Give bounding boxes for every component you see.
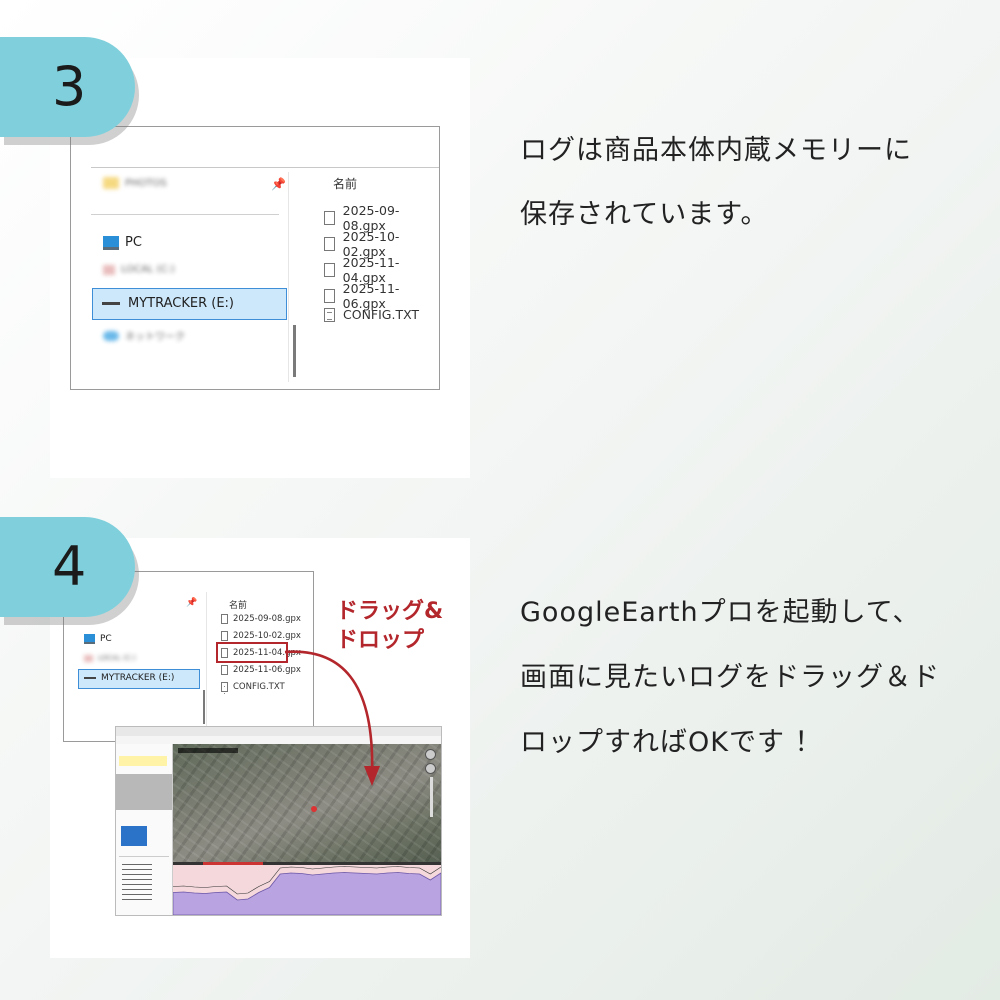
step-3-badge: 3 (0, 37, 135, 137)
file-explorer-window: PHOTOS 📌 PC LOCAL (C:) MYTRACKER (E:) ネッ… (70, 126, 440, 390)
column-header-name[interactable]: 名前 (333, 175, 357, 192)
text-file-icon (221, 682, 228, 694)
compass-icon[interactable] (425, 749, 436, 760)
file-icon (324, 237, 335, 251)
look-joystick-icon[interactable] (425, 763, 436, 774)
elevation-profile-chart[interactable] (173, 865, 441, 915)
disk-icon (84, 654, 93, 662)
divider (119, 856, 169, 857)
drag-drop-label-line: ドロップ (336, 628, 425, 653)
file-item[interactable]: 2025-09-08.gpx (221, 614, 301, 624)
nav-item-folder[interactable]: PHOTOS (103, 177, 167, 189)
monitor-icon (103, 235, 119, 250)
zoom-slider[interactable] (430, 777, 433, 817)
file-icon (324, 211, 335, 225)
places-panel (116, 774, 172, 810)
scrollbar-thumb[interactable] (203, 690, 205, 724)
search-result-box (119, 756, 167, 766)
nav-item-network[interactable]: ネットワーク (103, 328, 185, 343)
file-item[interactable]: CONFIG.TXT (221, 682, 285, 694)
step-number: 4 (52, 535, 87, 598)
cloud-icon (103, 330, 119, 341)
map-toolbar (178, 748, 238, 753)
column-header-name[interactable]: 名前 (229, 598, 247, 611)
divider (91, 214, 279, 215)
highlight-box (216, 642, 288, 663)
file-icon (221, 665, 228, 675)
step-4-description-line: ロップすればOKです ！ (520, 727, 823, 758)
folder-icon (103, 177, 119, 189)
divider (288, 172, 289, 382)
step-4-description-line: 画面に見たいログをドラッグ＆ド (520, 662, 940, 693)
file-icon (324, 289, 335, 303)
nav-item-local-disk[interactable]: LOCAL (C:) (103, 264, 175, 275)
selected-place[interactable] (121, 826, 147, 846)
nav-item-pc[interactable]: PC (103, 235, 142, 250)
nav-item-pc[interactable]: PC (84, 634, 112, 644)
file-icon (221, 614, 228, 624)
divider (91, 167, 439, 168)
usb-drive-icon (84, 677, 96, 679)
drag-arrow (284, 650, 380, 786)
file-icon (221, 631, 228, 641)
step-3-description-line: ログは商品本体内蔵メモリーに (520, 135, 912, 166)
monitor-icon (84, 634, 95, 644)
layers-list[interactable] (122, 864, 152, 904)
file-item[interactable]: CONFIG.TXT (324, 307, 419, 322)
text-file-icon (324, 307, 335, 322)
nav-item-mytracker-drive[interactable]: MYTRACKER (E:) (84, 673, 174, 683)
divider (206, 592, 207, 732)
step-number: 3 (52, 55, 87, 118)
nav-item-local-disk[interactable]: LOCAL (C:) (84, 654, 136, 662)
file-icon (324, 263, 335, 277)
step-3-description-line: 保存されています。 (520, 199, 769, 230)
location-pin-icon[interactable] (311, 806, 317, 812)
usb-drive-icon (102, 302, 120, 305)
pin-icon[interactable]: 📌 (186, 598, 197, 608)
drag-drop-label-line: ドラッグ& (336, 599, 444, 624)
step-4-badge: 4 (0, 517, 135, 617)
pin-icon[interactable]: 📌 (271, 177, 286, 191)
nav-item-mytracker-drive[interactable]: MYTRACKER (E:) (102, 296, 234, 311)
sidebar-panel (116, 744, 173, 915)
scrollbar-thumb[interactable] (293, 325, 296, 377)
step-4-description-line: GoogleEarthプロを起動して、 (520, 597, 921, 628)
disk-icon (103, 264, 115, 275)
